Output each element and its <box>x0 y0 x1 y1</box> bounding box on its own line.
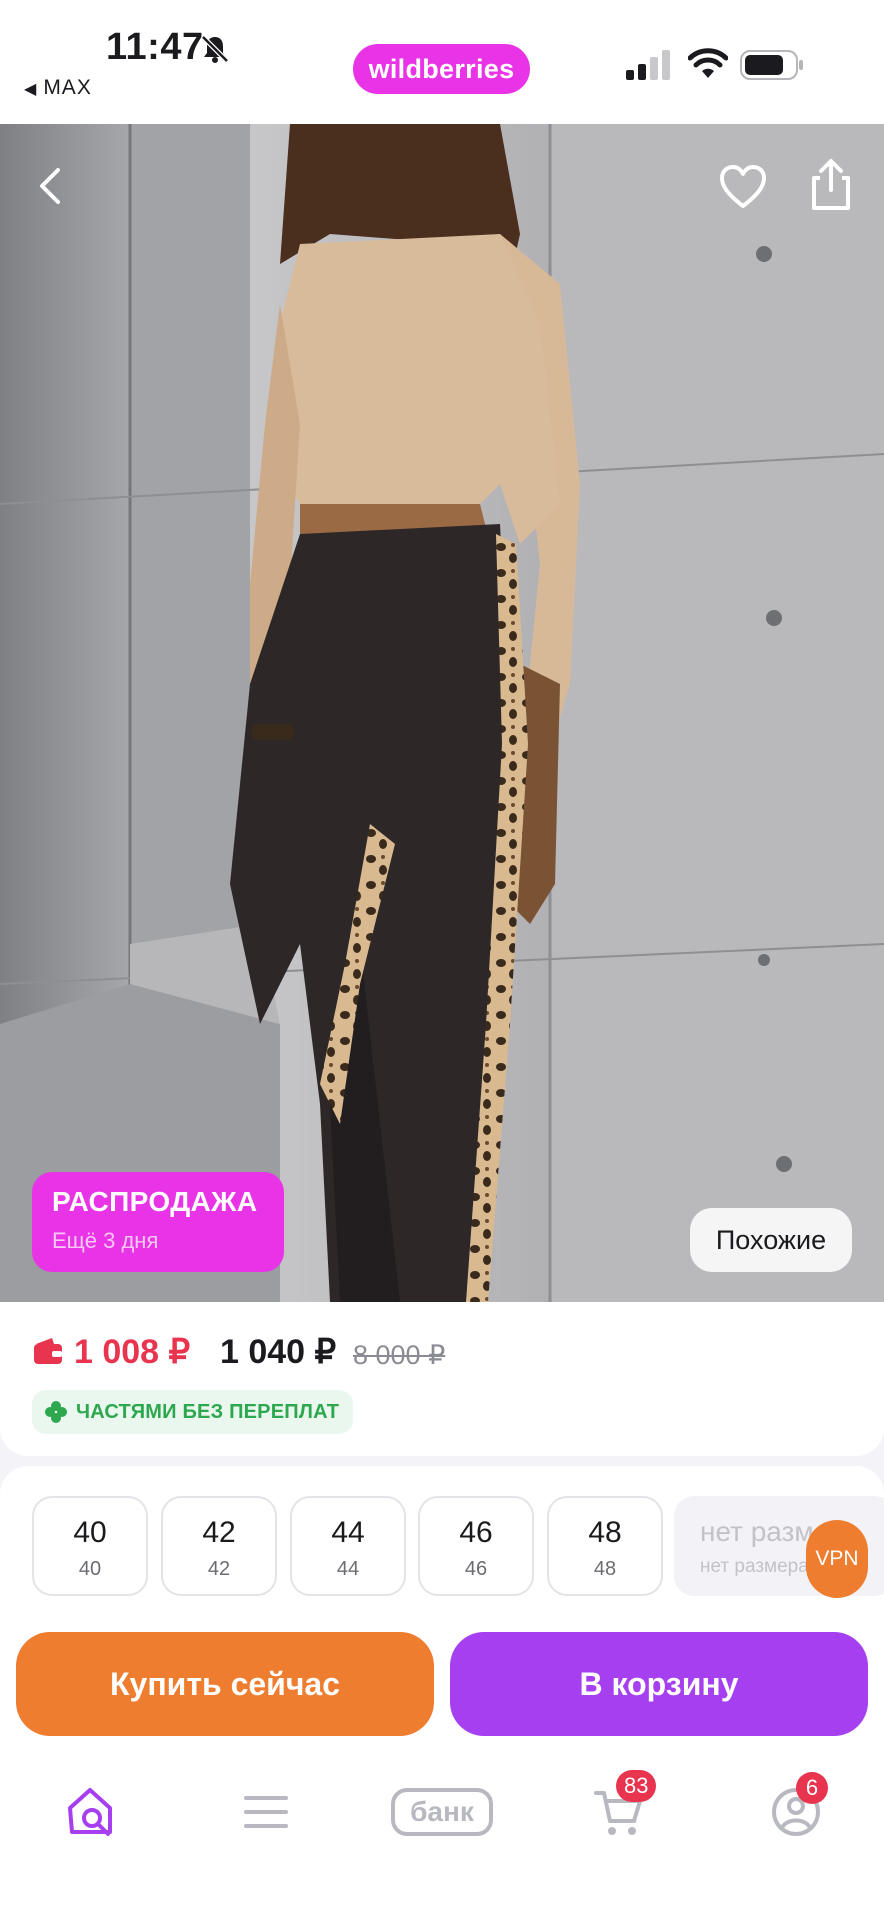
size-chip-42[interactable]: 42 42 <box>161 1496 277 1596</box>
battery-icon <box>740 50 803 80</box>
home-search-icon <box>68 1788 112 1836</box>
buy-now-button[interactable]: Купить сейчас <box>16 1632 434 1736</box>
back-to-app[interactable]: ◀ MAX <box>24 76 92 100</box>
price-card: 1 008 ₽ 1 040 ₽ 8 000 ₽ ЧАСТЯМИ БЕЗ ПЕРЕ… <box>0 1302 884 1456</box>
vpn-floating-button[interactable]: VPN <box>806 1520 868 1598</box>
tab-catalog[interactable] <box>226 1772 306 1852</box>
size-label: 48 <box>588 1516 622 1549</box>
sale-badge[interactable]: РАСПРОДАЖА Ещё 3 дня <box>32 1172 284 1272</box>
product-image <box>0 124 884 1302</box>
cart-count-badge: 83 <box>616 1770 657 1802</box>
price-wallet: 1 008 ₽ <box>74 1333 191 1371</box>
similar-button[interactable]: Похожие <box>690 1208 852 1272</box>
price-old: 8 000 ₽ <box>353 1340 446 1370</box>
price-current: 1 040 ₽ <box>220 1333 337 1371</box>
clover-icon <box>45 1401 67 1423</box>
installments-label: ЧАСТЯМИ БЕЗ ПЕРЕПЛАТ <box>76 1400 340 1423</box>
tab-cart[interactable]: 83 <box>578 1770 658 1852</box>
brand-logo: wildberries <box>353 44 530 94</box>
back-triangle-icon: ◀ <box>24 81 38 98</box>
back-app-label: MAX <box>43 76 92 99</box>
heart-favorite-icon[interactable] <box>718 162 768 212</box>
menu-icon <box>244 1796 288 1828</box>
wifi-icon <box>688 48 728 78</box>
tab-home-search[interactable] <box>52 1772 132 1852</box>
sale-badge-subtitle: Ещё 3 дня <box>52 1228 159 1253</box>
status-time: 11:47 <box>106 26 204 68</box>
size-chip-48[interactable]: 48 48 <box>547 1496 663 1596</box>
size-label: 44 <box>331 1516 365 1549</box>
product-photo[interactable]: РАСПРОДАЖА Ещё 3 дня Похожие <box>0 124 884 1302</box>
size-label: 40 <box>73 1516 107 1549</box>
size-ru: 44 <box>336 1558 360 1580</box>
bottom-bar: Купить сейчас В корзину банк 83 6 <box>0 1616 884 1920</box>
size-ru: 40 <box>78 1558 102 1580</box>
add-to-cart-button[interactable]: В корзину <box>450 1632 868 1736</box>
profile-notification-badge: 6 <box>796 1772 828 1804</box>
tab-profile[interactable]: 6 <box>756 1772 836 1852</box>
size-label: 46 <box>459 1516 493 1549</box>
size-selector: 40 40 42 42 44 44 46 46 48 48 нет размер… <box>0 1466 884 1616</box>
back-arrow-icon[interactable] <box>30 164 74 208</box>
size-chip-46[interactable]: 46 46 <box>418 1496 534 1596</box>
bell-muted-icon <box>201 35 229 63</box>
size-ru: 42 <box>207 1558 231 1580</box>
size-label: 42 <box>202 1516 236 1549</box>
size-chip-40[interactable]: 40 40 <box>32 1496 148 1596</box>
size-chip-44[interactable]: 44 44 <box>290 1496 406 1596</box>
installments-badge[interactable]: ЧАСТЯМИ БЕЗ ПЕРЕПЛАТ <box>32 1390 354 1434</box>
share-icon[interactable] <box>806 158 856 212</box>
size-ru: 46 <box>464 1558 488 1580</box>
status-bar: 11:47 ◀ MAX wildberries <box>0 0 884 124</box>
size-ru: 48 <box>593 1558 617 1580</box>
bank-icon: банк <box>391 1788 493 1836</box>
bank-label: банк <box>410 1796 474 1827</box>
cellular-signal-icon <box>626 50 670 80</box>
sale-badge-title: РАСПРОДАЖА <box>52 1186 258 1217</box>
wallet-icon <box>34 1338 62 1364</box>
tab-bank[interactable]: банк <box>390 1772 494 1852</box>
